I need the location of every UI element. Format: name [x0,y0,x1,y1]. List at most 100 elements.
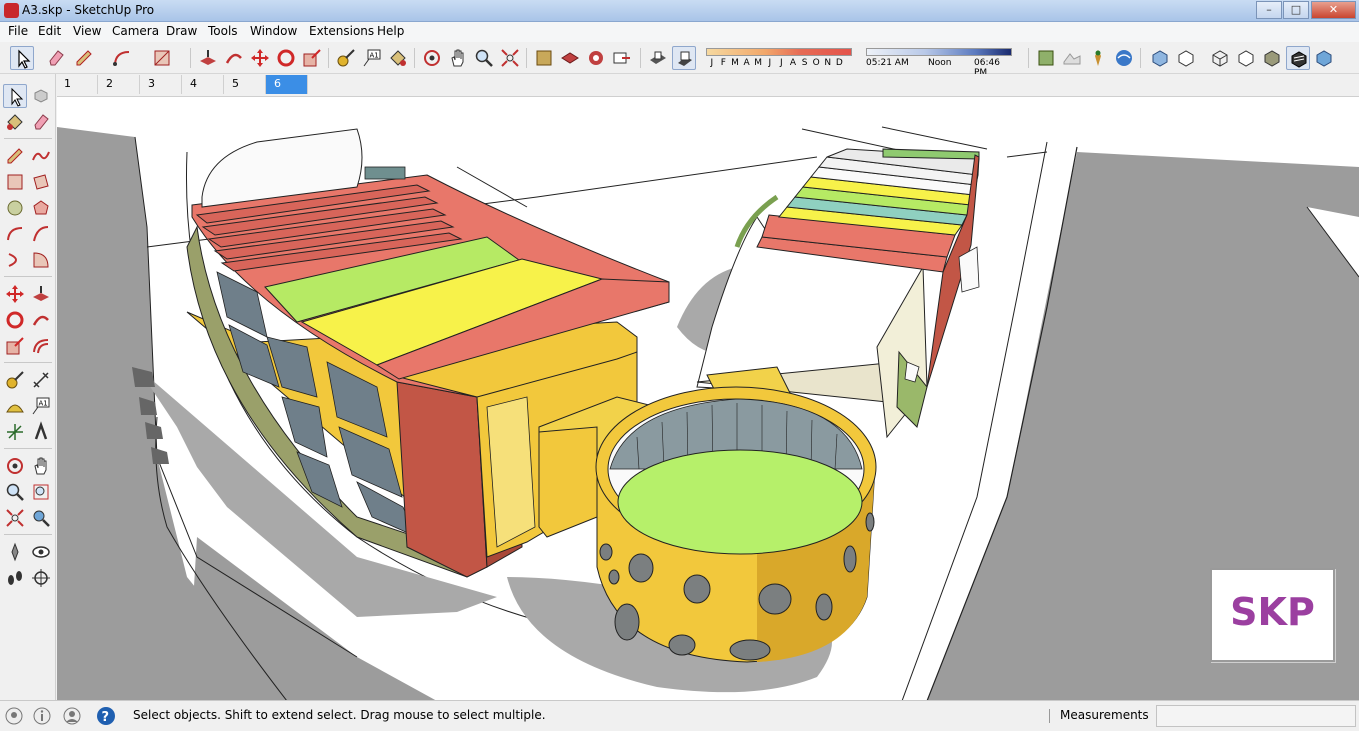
axes-tool-icon[interactable] [3,420,27,444]
rotated-rectangle-tool-icon[interactable] [29,170,53,194]
paint-bucket-tool-icon[interactable] [386,46,410,70]
model-viewport[interactable]: SKP [57,96,1359,700]
scale-tool-icon[interactable] [3,334,27,358]
zoom-tool-icon[interactable] [3,480,27,504]
push-pull-tool-icon[interactable] [196,46,220,70]
zoom-window-tool-icon[interactable] [29,480,53,504]
tape-measure-tool-icon[interactable] [3,368,27,392]
photo-textures-icon[interactable] [1086,46,1110,70]
menu-camera[interactable]: Camera [112,24,159,38]
menu-view[interactable]: View [73,24,101,38]
make-component-icon[interactable] [29,84,53,108]
shadow-settings-icon[interactable] [672,46,696,70]
shaded-style-icon[interactable] [1260,46,1284,70]
menu-tools[interactable]: Tools [208,24,238,38]
pan-tool-icon[interactable] [29,454,53,478]
measurements-input[interactable] [1156,705,1356,727]
menu-edit[interactable]: Edit [38,24,61,38]
x-ray-style-icon[interactable] [1148,46,1172,70]
3d-warehouse-icon[interactable] [532,46,556,70]
scene-tab-2[interactable]: 2 [98,75,140,94]
add-location-icon[interactable] [1034,46,1058,70]
pie-tool-icon[interactable] [29,248,53,272]
rectangle-tool-icon[interactable] [150,46,174,70]
zoom-extents-tool-icon[interactable] [3,506,27,530]
arc-tool-icon[interactable] [3,222,27,246]
circle-tool-icon[interactable] [3,196,27,220]
three-point-arc-tool-icon[interactable] [3,248,27,272]
move-tool-icon[interactable] [3,282,27,306]
follow-me-tool-icon[interactable] [29,308,53,332]
pencil-tool-icon[interactable] [72,46,96,70]
scene-tab-3[interactable]: 3 [140,75,182,94]
menu-help[interactable]: Help [377,24,404,38]
rotate-tool-icon[interactable] [274,46,298,70]
rectangle-tool-icon[interactable] [3,170,27,194]
follow-me-tool-icon[interactable] [222,46,246,70]
line-tool-icon[interactable] [3,144,27,168]
date-slider-track[interactable] [706,48,852,56]
minimize-button[interactable]: – [1256,1,1282,19]
offset-tool-icon[interactable] [29,334,53,358]
user-account-icon[interactable] [62,706,82,726]
orbit-tool-icon[interactable] [3,454,27,478]
section-plane-tool-icon[interactable] [29,566,53,590]
send-to-layout-icon[interactable] [610,46,634,70]
dimension-tool-icon[interactable] [29,368,53,392]
instructor-help-icon[interactable]: ? [96,706,116,726]
orbit-tool-icon[interactable] [420,46,444,70]
toggle-terrain-icon[interactable] [1060,46,1084,70]
shadow-date-slider[interactable]: JFMAMJJASOND [704,46,854,72]
scale-tool-icon[interactable] [300,46,324,70]
monochrome-style-icon[interactable] [1312,46,1336,70]
credits-info-icon[interactable] [32,706,52,726]
freehand-tool-icon[interactable] [29,144,53,168]
text-tool-icon[interactable]: A1 [29,394,53,418]
zoom-extents-tool-icon[interactable] [498,46,522,70]
zoom-tool-icon[interactable] [472,46,496,70]
select-tool-icon[interactable] [10,46,34,70]
menu-file[interactable]: File [8,24,28,38]
menu-window[interactable]: Window [250,24,297,38]
tape-measure-tool-icon[interactable] [334,46,358,70]
menu-draw[interactable]: Draw [166,24,197,38]
scene-tab-5[interactable]: 5 [224,75,266,94]
eraser-tool-icon[interactable] [29,110,53,134]
previous-view-icon[interactable] [29,506,53,530]
paint-bucket-tool-icon[interactable] [3,110,27,134]
shaded-with-textures-style-icon[interactable] [1286,46,1310,70]
time-slider-track[interactable] [866,48,1012,56]
polygon-tool-icon[interactable] [29,196,53,220]
shadow-time-slider[interactable]: 05:21 AM Noon 06:46 PM [864,46,1014,78]
back-edges-style-icon[interactable] [1174,46,1198,70]
hidden-line-style-icon[interactable] [1234,46,1258,70]
extension-warehouse-icon[interactable] [584,46,608,70]
window-title: A3.skp - SketchUp Pro [22,3,155,17]
building-model[interactable] [57,97,1359,700]
text-tool-icon[interactable]: A1 [360,46,384,70]
3d-text-tool-icon[interactable] [29,420,53,444]
eraser-tool-icon[interactable] [44,46,68,70]
scene-tab-4[interactable]: 4 [182,75,224,94]
pan-tool-icon[interactable] [446,46,470,70]
walk-tool-icon[interactable] [3,566,27,590]
preview-model-in-google-earth-icon[interactable] [1112,46,1136,70]
two-point-arc-tool-icon[interactable] [29,222,53,246]
push-pull-tool-icon[interactable] [29,282,53,306]
move-tool-icon[interactable] [248,46,272,70]
position-camera-tool-icon[interactable] [3,540,27,564]
geo-location-icon[interactable] [4,706,24,726]
protractor-tool-icon[interactable] [3,394,27,418]
rotate-tool-icon[interactable] [3,308,27,332]
select-tool-icon[interactable] [3,84,27,108]
scene-tab-6[interactable]: 6 [266,75,308,94]
share-component-icon[interactable] [558,46,582,70]
arc-tool-icon[interactable] [110,46,134,70]
menu-extensions[interactable]: Extensions [309,24,374,38]
wireframe-style-icon[interactable] [1208,46,1232,70]
close-button[interactable]: ✕ [1311,1,1356,19]
look-around-tool-icon[interactable] [29,540,53,564]
shadows-toggle-icon[interactable] [646,46,670,70]
maximize-button[interactable]: □ [1283,1,1309,19]
scene-tab-1[interactable]: 1 [56,75,98,94]
